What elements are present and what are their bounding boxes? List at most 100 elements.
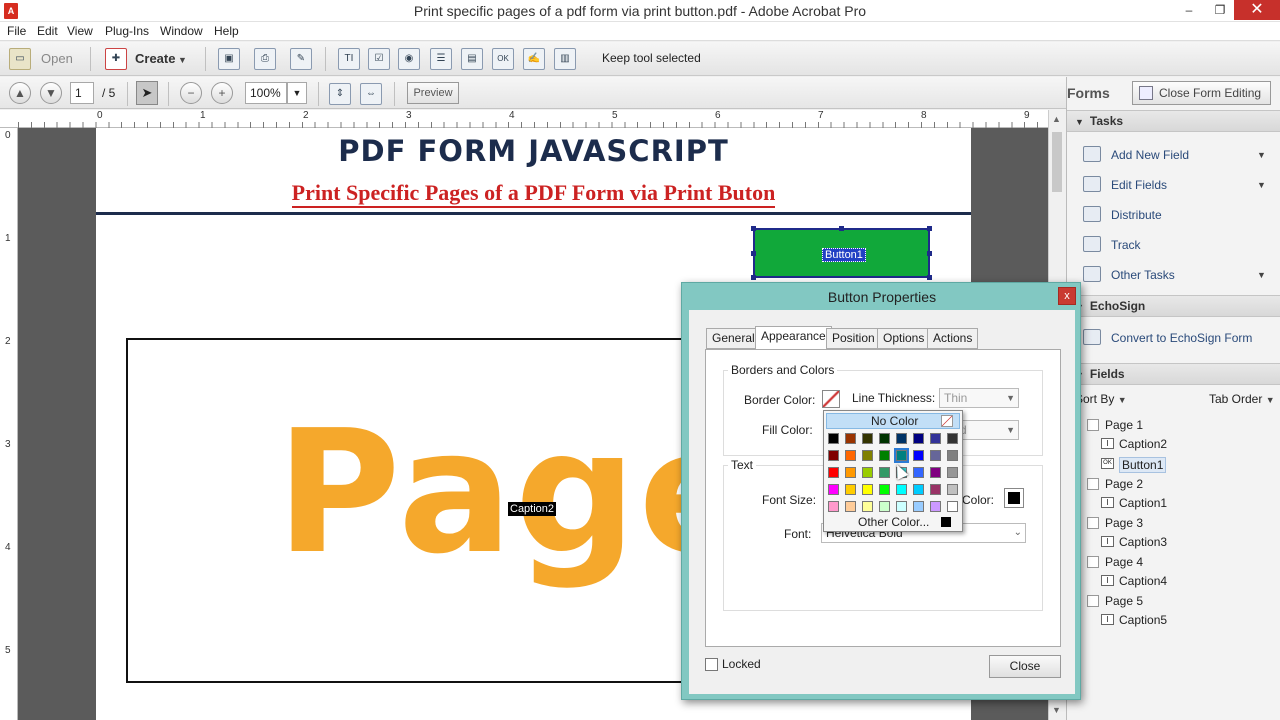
color-swatch[interactable]	[896, 501, 907, 512]
resize-handle[interactable]	[751, 226, 756, 231]
menu-help[interactable]: Help	[214, 24, 239, 38]
scrollbar-thumb[interactable]	[1052, 132, 1062, 192]
color-swatch[interactable]	[930, 484, 941, 495]
locked-checkbox[interactable]	[705, 658, 718, 671]
color-swatch[interactable]	[845, 484, 856, 495]
other-color-option[interactable]: Other Color...	[858, 515, 929, 529]
text-field-tool-icon[interactable]: TI	[338, 48, 360, 70]
maximize-button[interactable]: ❐	[1205, 0, 1235, 20]
scroll-up-icon[interactable]: ▲	[1052, 114, 1061, 124]
next-page-icon[interactable]: ▼	[40, 82, 62, 104]
menu-edit[interactable]: Edit	[37, 24, 58, 38]
tasks-section-header[interactable]: ▼ Tasks	[1067, 110, 1280, 132]
color-swatch[interactable]	[828, 450, 839, 461]
color-swatch[interactable]	[930, 501, 941, 512]
previous-page-icon[interactable]: ▲	[9, 82, 31, 104]
resize-handle[interactable]	[927, 251, 932, 256]
text-color-swatch[interactable]	[1004, 488, 1024, 508]
border-color-swatch[interactable]	[822, 390, 840, 408]
tab-general[interactable]: General	[706, 328, 761, 349]
color-swatch[interactable]	[947, 433, 958, 444]
color-swatch[interactable]	[879, 484, 890, 495]
tab-options[interactable]: Options	[877, 328, 931, 349]
color-swatch[interactable]	[862, 501, 873, 512]
color-swatch[interactable]	[930, 467, 941, 478]
fit-width-icon[interactable]: ⇔	[360, 83, 382, 105]
preview-button[interactable]: Preview	[407, 82, 459, 104]
open-button[interactable]: Open	[41, 51, 73, 66]
color-swatch[interactable]	[879, 501, 890, 512]
resize-handle[interactable]	[927, 275, 932, 280]
zoom-in-icon[interactable]: +	[211, 82, 233, 104]
resize-handle[interactable]	[751, 251, 756, 256]
radio-button-tool-icon[interactable]: ◉	[398, 48, 420, 70]
tab-appearance[interactable]: Appearance	[755, 326, 832, 350]
save-icon[interactable]: ▣	[218, 48, 240, 70]
menu-view[interactable]: View	[67, 24, 93, 38]
create-button[interactable]: Create	[135, 51, 175, 66]
zoom-input[interactable]: 100%	[245, 82, 287, 104]
color-swatch[interactable]	[930, 433, 941, 444]
color-swatch[interactable]	[862, 484, 873, 495]
color-swatch[interactable]	[913, 501, 924, 512]
fit-page-icon[interactable]: ⇕	[329, 83, 351, 105]
add-field-dropdown-chevron-icon[interactable]: ▼	[1257, 150, 1266, 160]
color-swatch[interactable]	[845, 501, 856, 512]
page-number-input[interactable]: 1	[70, 82, 94, 104]
minimize-button[interactable]: –	[1174, 0, 1204, 20]
color-swatch[interactable]	[845, 450, 856, 461]
color-swatch[interactable]	[845, 467, 856, 478]
color-swatch[interactable]	[913, 467, 924, 478]
color-swatch[interactable]	[862, 450, 873, 461]
checkbox-tool-icon[interactable]: ☑	[368, 48, 390, 70]
color-swatch[interactable]	[862, 467, 873, 478]
tab-position[interactable]: Position	[826, 328, 881, 349]
color-swatch[interactable]	[913, 450, 924, 461]
window-close-button[interactable]: ✕	[1234, 0, 1280, 20]
color-swatch[interactable]	[930, 450, 941, 461]
color-swatch[interactable]	[879, 433, 890, 444]
fields-section-header[interactable]: ▼Fields	[1067, 363, 1280, 385]
no-color-option[interactable]: No Color	[826, 413, 960, 429]
menu-file[interactable]: File	[7, 24, 26, 38]
scroll-down-icon[interactable]: ▼	[1052, 705, 1061, 715]
barcode-tool-icon[interactable]: ▥	[554, 48, 576, 70]
button-tool-icon[interactable]: OK	[492, 48, 514, 70]
color-swatch[interactable]	[879, 450, 890, 461]
sort-by-dropdown[interactable]: Sort By ▼	[1075, 392, 1127, 406]
color-swatch[interactable]	[913, 484, 924, 495]
edit-document-icon[interactable]: ✎	[290, 48, 312, 70]
color-swatch[interactable]	[896, 484, 907, 495]
color-swatch[interactable]	[947, 484, 958, 495]
line-thickness-select[interactable]: Thin ▼	[939, 388, 1019, 408]
dialog-close-icon[interactable]: x	[1058, 287, 1076, 305]
color-swatch[interactable]	[828, 433, 839, 444]
color-swatch[interactable]	[828, 501, 839, 512]
resize-handle[interactable]	[927, 226, 932, 231]
color-swatch[interactable]	[828, 484, 839, 495]
color-swatch[interactable]	[862, 433, 873, 444]
tab-actions[interactable]: Actions	[927, 328, 979, 349]
open-folder-icon[interactable]: ▭	[9, 48, 31, 70]
menu-window[interactable]: Window	[160, 24, 203, 38]
list-box-tool-icon[interactable]: ☰	[430, 48, 452, 70]
other-tasks-dropdown-chevron-icon[interactable]: ▼	[1257, 270, 1266, 280]
create-pdf-icon[interactable]: ✚	[105, 48, 127, 70]
create-dropdown-chevron-icon[interactable]: ▼	[178, 55, 187, 65]
color-swatch[interactable]	[879, 467, 890, 478]
color-swatch[interactable]	[947, 501, 958, 512]
color-swatch[interactable]	[896, 433, 907, 444]
dialog-close-button[interactable]: Close	[989, 655, 1061, 678]
zoom-dropdown-chevron-icon[interactable]: ▼	[287, 82, 307, 104]
caption2-field-label[interactable]: Caption2	[508, 502, 557, 516]
close-form-editing-button[interactable]: Close Form Editing	[1132, 81, 1271, 105]
edit-fields-dropdown-chevron-icon[interactable]: ▼	[1257, 180, 1266, 190]
tab-order-dropdown[interactable]: Tab Order ▼	[1209, 392, 1275, 406]
color-swatch[interactable]	[894, 448, 909, 463]
resize-handle[interactable]	[839, 226, 844, 231]
zoom-out-icon[interactable]: −	[180, 82, 202, 104]
color-swatch[interactable]	[845, 433, 856, 444]
button1-field[interactable]: Button1	[751, 226, 932, 280]
color-swatch[interactable]	[947, 467, 958, 478]
menu-plug-ins[interactable]: Plug-Ins	[105, 24, 149, 38]
